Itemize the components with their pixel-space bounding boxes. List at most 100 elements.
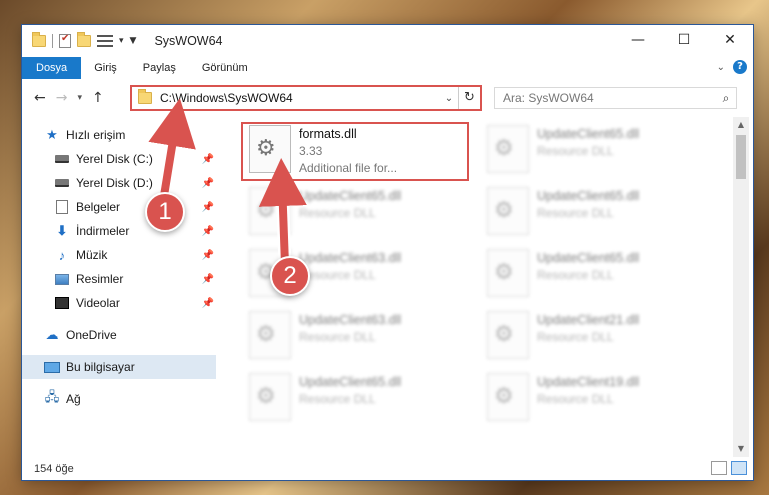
dll-file-icon: ⚙ <box>487 311 529 359</box>
tab-home[interactable]: Giriş <box>81 57 130 79</box>
videos-icon <box>55 297 69 309</box>
file-item[interactable]: ⚙ UpdateClient65.dll Resource DLL <box>241 183 476 241</box>
file-name: UpdateClient63.dll <box>299 251 402 265</box>
file-type: Resource DLL <box>299 268 376 282</box>
recent-locations-icon[interactable]: ▾ <box>77 93 82 103</box>
quick-access-toolbar: ▾ ▼ <box>32 32 137 48</box>
file-type: Resource DLL <box>299 330 376 344</box>
dll-file-icon: ⚙ <box>487 249 529 297</box>
file-name: UpdateClient21.dll <box>537 313 640 327</box>
file-type: Resource DLL <box>537 392 614 406</box>
scroll-up-icon[interactable]: ▲ <box>733 117 749 133</box>
sidebar-item-label: Ağ <box>66 392 81 406</box>
address-bar[interactable]: C:\Windows\SysWOW64 ⌄ ↻ <box>130 85 482 111</box>
search-input[interactable]: Ara: SysWOW64 <box>503 91 716 105</box>
step-badge-2: 2 <box>270 256 310 296</box>
new-folder-icon[interactable] <box>77 32 91 47</box>
sidebar-item-downloads[interactable]: ⬇ İndirmeler 📌 <box>22 219 216 243</box>
file-item[interactable]: ⚙ UpdateClient65.dll Resource DLL <box>241 369 476 427</box>
scroll-down-icon[interactable]: ▼ <box>733 441 749 457</box>
document-icon <box>56 200 68 214</box>
file-type: Resource DLL <box>537 330 614 344</box>
expand-ribbon-icon[interactable]: ⌄ <box>717 62 725 73</box>
tab-file[interactable]: Dosya <box>22 57 82 79</box>
file-item[interactable]: ⚙ UpdateClient65.dll Resource DLL <box>479 121 714 179</box>
sidebar-item-pictures[interactable]: Resimler 📌 <box>22 267 216 291</box>
dll-file-icon: ⚙ <box>249 187 291 235</box>
pin-icon[interactable]: 📌 <box>202 178 214 189</box>
search-icon[interactable]: ⌕ <box>716 91 736 106</box>
nav-buttons: ← → ▾ ↑ <box>34 90 104 106</box>
title-bar: ▾ ▼ SysWOW64 — ☐ ✕ <box>22 25 753 57</box>
pin-icon[interactable]: 📌 <box>202 202 214 213</box>
sidebar-item-this-pc[interactable]: Bu bilgisayar <box>22 355 216 379</box>
highlight-box-file <box>241 122 469 181</box>
minimize-button[interactable]: — <box>615 25 661 55</box>
star-icon: ★ <box>46 127 58 142</box>
file-name: UpdateClient65.dll <box>537 189 640 203</box>
sidebar-item-disk-c[interactable]: Yerel Disk (C:) 📌 <box>22 147 216 171</box>
pin-icon[interactable]: 📌 <box>202 250 214 261</box>
pin-icon[interactable]: 📌 <box>202 226 214 237</box>
refresh-icon[interactable]: ↻ <box>458 87 480 109</box>
separator <box>52 34 53 48</box>
qat-separator-arrow-icon: ▼ <box>129 36 137 46</box>
pin-icon[interactable]: 📌 <box>202 274 214 285</box>
forward-arrow-icon[interactable]: → <box>56 90 68 106</box>
sidebar-item-music[interactable]: ♪ Müzik 📌 <box>22 243 216 267</box>
status-bar: 154 öğe <box>22 457 753 480</box>
window-title: SysWOW64 <box>154 34 223 48</box>
computer-icon <box>44 361 60 373</box>
sidebar-item-label: Resimler <box>76 272 124 286</box>
folder-icon <box>32 32 46 47</box>
sidebar-item-label: Videolar <box>76 296 120 310</box>
file-item[interactable]: ⚙ UpdateClient63.dll Resource DLL <box>241 307 476 365</box>
search-box[interactable]: Ara: SysWOW64 ⌕ <box>494 87 737 109</box>
sidebar-item-label: İndirmeler <box>76 224 130 238</box>
file-item[interactable]: ⚙ UpdateClient19.dll Resource DLL <box>479 369 714 427</box>
maximize-button[interactable]: ☐ <box>661 25 707 55</box>
view-toggle <box>711 461 747 475</box>
sidebar-item-label: Bu bilgisayar <box>66 360 135 374</box>
dll-file-icon: ⚙ <box>249 373 291 421</box>
vertical-scrollbar[interactable]: ▲ ▼ <box>733 117 749 457</box>
help-icon[interactable]: ? <box>733 60 747 74</box>
address-path[interactable]: C:\Windows\SysWOW64 <box>160 91 440 105</box>
sidebar-item-documents[interactable]: Belgeler 📌 <box>22 195 216 219</box>
pin-icon[interactable]: 📌 <box>202 154 214 165</box>
properties-check-icon[interactable] <box>59 33 71 48</box>
pin-icon[interactable]: 📌 <box>202 298 214 309</box>
address-dropdown-icon[interactable]: ⌄ <box>440 93 458 104</box>
drive-icon <box>55 179 69 187</box>
scroll-thumb[interactable] <box>736 135 746 179</box>
tab-share[interactable]: Paylaş <box>130 57 189 79</box>
sidebar-item-network[interactable]: 🖧 Ağ <box>22 387 216 411</box>
tab-view[interactable]: Görünüm <box>189 57 261 79</box>
file-name: UpdateClient65.dll <box>537 127 640 141</box>
file-type: Resource DLL <box>537 144 614 158</box>
up-arrow-icon[interactable]: ↑ <box>92 90 104 106</box>
customize-icon[interactable] <box>97 35 113 47</box>
address-row: ← → ▾ ↑ C:\Windows\SysWOW64 ⌄ ↻ Ara: Sys… <box>22 83 753 113</box>
back-arrow-icon[interactable]: ← <box>34 90 46 106</box>
details-view-icon[interactable] <box>711 461 727 475</box>
cloud-icon: ☁ <box>45 327 59 342</box>
ribbon-tabs: Dosya Giriş Paylaş Görünüm ⌄ ? <box>22 57 753 79</box>
sidebar-item-disk-d[interactable]: Yerel Disk (D:) 📌 <box>22 171 216 195</box>
file-item[interactable]: ⚙ UpdateClient21.dll Resource DLL <box>479 307 714 365</box>
sidebar-item-onedrive[interactable]: ☁ OneDrive <box>22 323 216 347</box>
explorer-window: ▾ ▼ SysWOW64 — ☐ ✕ Dosya Giriş Paylaş Gö… <box>22 25 753 480</box>
sidebar-item-quick-access[interactable]: ★ Hızlı erişim <box>22 123 216 147</box>
sidebar-item-label: Belgeler <box>76 200 121 214</box>
file-name: UpdateClient65.dll <box>299 375 402 389</box>
tiles-view-icon[interactable] <box>731 461 747 475</box>
file-type: Resource DLL <box>299 392 376 406</box>
file-item[interactable]: ⚙ UpdateClient65.dll Resource DLL <box>479 183 714 241</box>
close-button[interactable]: ✕ <box>707 25 753 55</box>
file-item[interactable]: ⚙ UpdateClient65.dll Resource DLL <box>479 245 714 303</box>
dll-file-icon: ⚙ <box>487 187 529 235</box>
music-icon: ♪ <box>58 247 66 263</box>
sidebar-item-label: Yerel Disk (D:) <box>76 176 153 190</box>
sidebar-item-videos[interactable]: Videolar 📌 <box>22 291 216 315</box>
qat-dropdown-icon[interactable]: ▾ <box>119 36 124 46</box>
